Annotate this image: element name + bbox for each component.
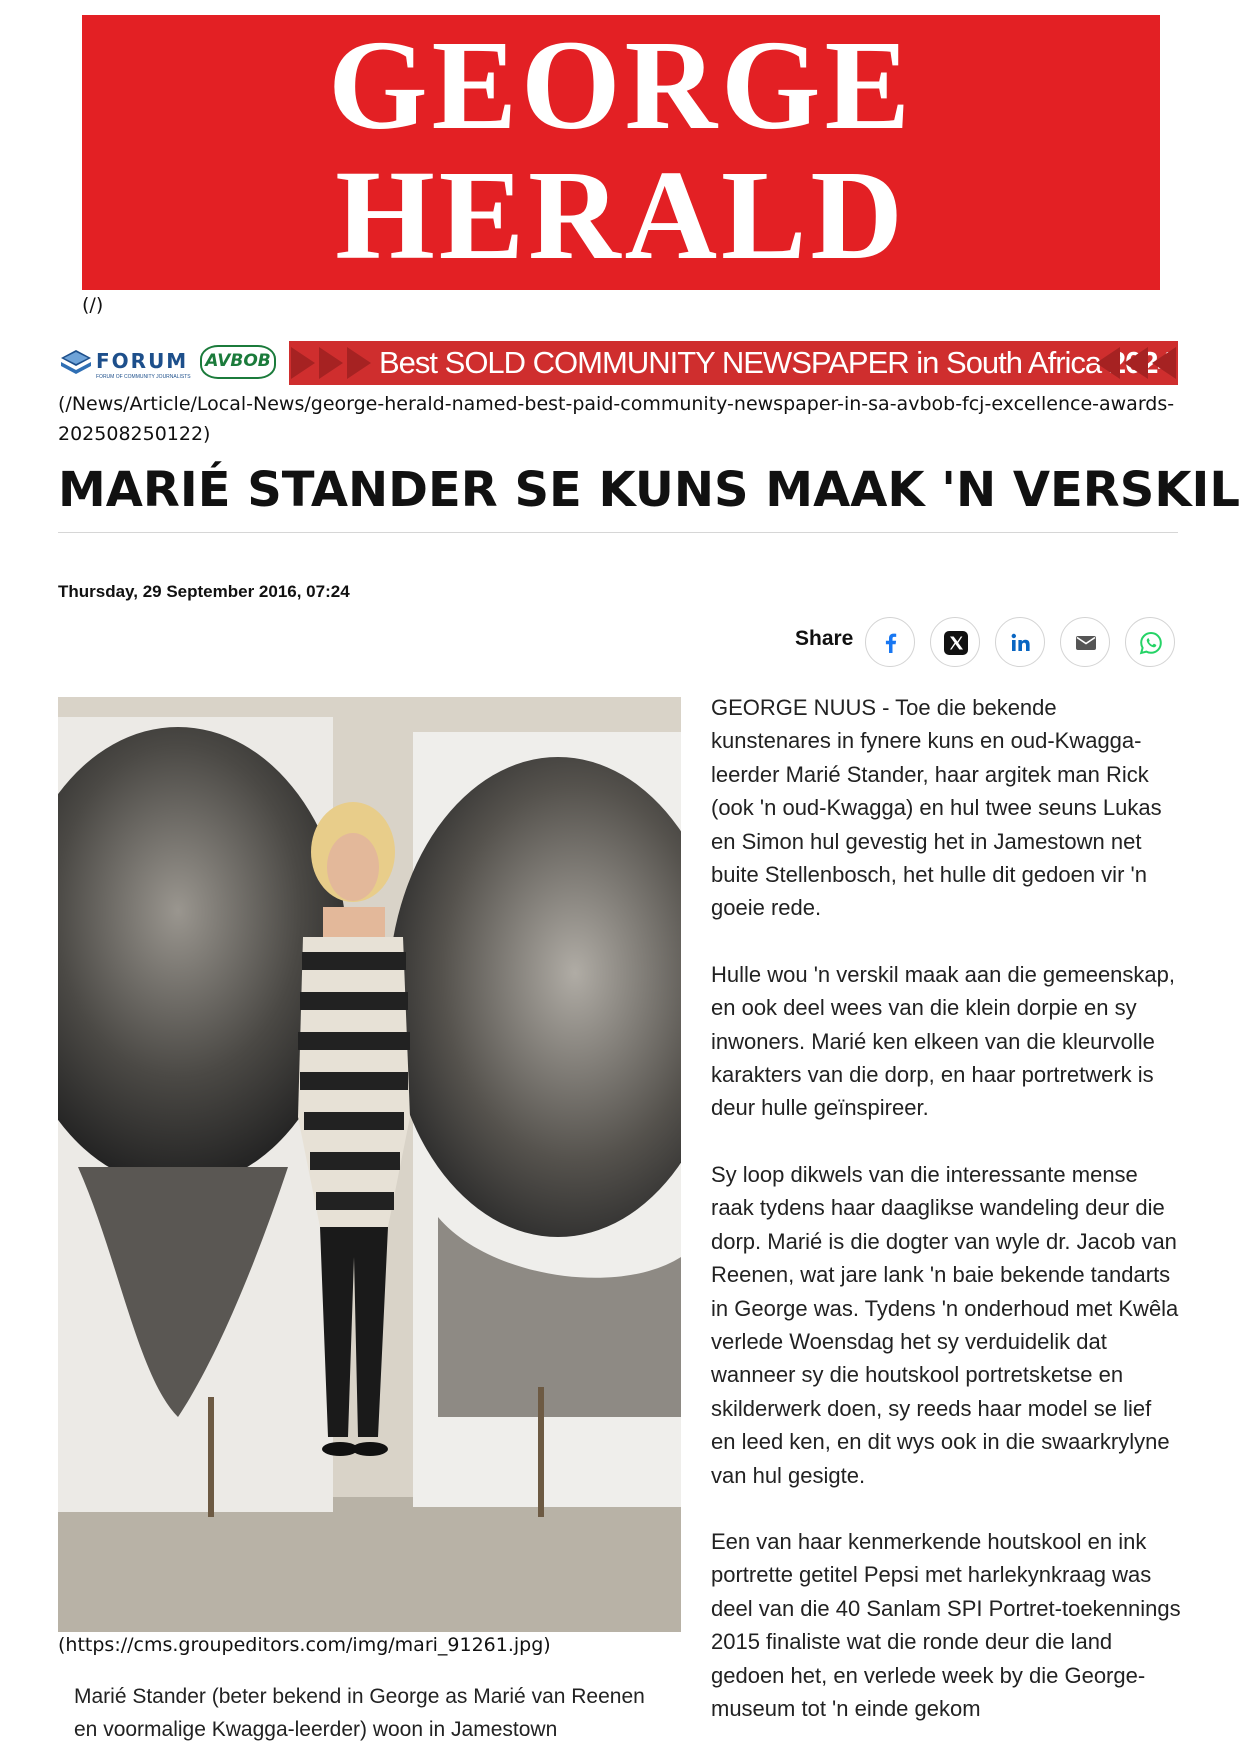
forum-logo-icon <box>61 350 91 374</box>
award-banner[interactable]: FORUM FORUM OF COMMUNITY JOURNALISTS AVB… <box>58 341 1182 387</box>
award-text: Best SOLD COMMUNITY NEWSPAPER in South A… <box>379 344 1175 382</box>
avbob-logo: AVBOB <box>200 345 276 379</box>
article-photo[interactable] <box>58 697 681 1632</box>
striped-dress <box>298 937 410 1227</box>
award-title: Best SOLD COMMUNITY NEWSPAPER in South A… <box>379 345 1102 380</box>
share-email-button[interactable] <box>1060 617 1110 667</box>
photo-caption: Marié Stander (beter bekend in George as… <box>74 1685 645 1741</box>
whatsapp-icon <box>1139 631 1162 655</box>
home-link[interactable]: (/) <box>82 294 103 316</box>
award-article-link[interactable]: (/News/Article/Local-News/george-herald-… <box>58 389 1182 449</box>
linkedin-icon <box>1011 633 1030 651</box>
facebook-icon <box>885 633 897 653</box>
article-date: Thursday, 29 September 2016, 07:24 <box>58 582 350 601</box>
x-icon <box>944 631 968 655</box>
article-paragraph: Een van haar kenmerkende houtskool en in… <box>711 1528 1181 1721</box>
photo-link[interactable]: (https://cms.groupeditors.com/img/mari_9… <box>58 1634 551 1656</box>
article-photo-illustration <box>58 697 681 1632</box>
article-paragraph: GEORGE NUUS - Toe die bekende kunstenare… <box>711 695 1162 921</box>
forum-logo-text: FORUM <box>96 349 189 373</box>
award-strip: Best SOLD COMMUNITY NEWSPAPER in South A… <box>289 341 1178 385</box>
share-label: Share <box>795 627 854 650</box>
masthead-logo[interactable]: GEORGE HERALD <box>82 15 1160 290</box>
article-headline: MARIÉ STANDER SE KUNS MAAK 'N VERSKIL <box>58 462 1240 518</box>
article-paragraph: Sy loop dikwels van die interessante men… <box>711 1161 1179 1488</box>
share-facebook-button[interactable] <box>865 617 915 667</box>
share-whatsapp-button[interactable] <box>1125 617 1175 667</box>
article-paragraph: Hulle wou 'n verskil maak aan die gemeen… <box>711 961 1175 1121</box>
article-body: GEORGE NUUS - Toe die bekende kunstenare… <box>711 691 1181 1758</box>
masthead-line-2: HERALD <box>335 144 907 286</box>
arrows-left-decoration <box>291 347 371 379</box>
share-linkedin-button[interactable] <box>995 617 1045 667</box>
headline-divider <box>58 532 1178 533</box>
email-icon <box>1076 636 1096 650</box>
arrows-right-decoration <box>1096 347 1176 379</box>
masthead-line-1: GEORGE <box>328 14 914 156</box>
share-x-button[interactable] <box>930 617 980 667</box>
forum-logo-subtitle: FORUM OF COMMUNITY JOURNALISTS <box>96 374 191 380</box>
